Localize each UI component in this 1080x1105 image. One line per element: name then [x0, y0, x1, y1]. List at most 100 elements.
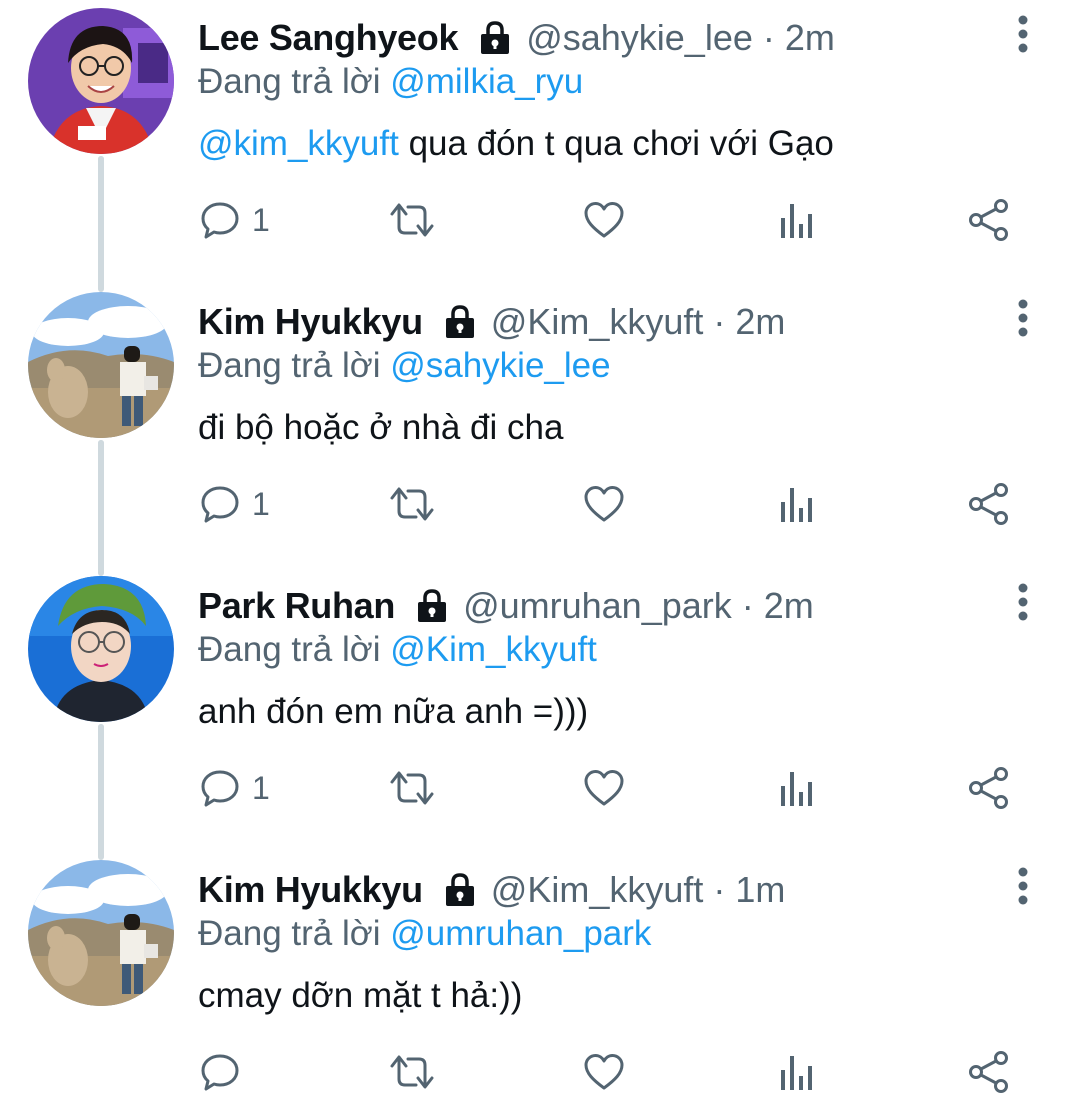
replying-to-mention[interactable]: @milkia_ryu [390, 62, 583, 101]
tweet-text: @kim_kkyuft qua đón t qua chơi với Gạo [198, 124, 834, 164]
reply-bubble-icon [201, 486, 239, 523]
separator-dot: · [741, 585, 754, 626]
user-handle[interactable]: @Kim_kkyuft [491, 869, 704, 911]
action-bar [0, 1042, 1080, 1102]
reply-button[interactable]: 1 [200, 474, 270, 534]
share-button[interactable] [968, 1042, 1010, 1102]
share-icon [969, 483, 1008, 525]
reply-count: 1 [252, 201, 270, 238]
replying-to-mention[interactable]: @Kim_kkyuft [390, 630, 597, 669]
replying-to-label: Đang trả lời [198, 62, 381, 101]
retweet-icon [390, 203, 434, 237]
tweet[interactable]: Lee Sanghyeok @sahykie_lee · 2m Đang trả… [0, 0, 1080, 284]
analytics-icon [781, 772, 812, 806]
separator-dot: · [762, 17, 775, 58]
action-bar: 1 [0, 474, 1080, 534]
avatar[interactable] [28, 292, 174, 438]
avatar[interactable] [28, 576, 174, 722]
like-button[interactable] [583, 190, 625, 250]
timestamp[interactable]: 1m [735, 869, 785, 911]
thread-connector-line [98, 156, 104, 292]
more-vertical-icon[interactable] [1008, 14, 1038, 54]
analytics-icon [781, 1056, 812, 1090]
views-button[interactable] [779, 758, 815, 818]
heart-icon [584, 770, 624, 806]
share-button[interactable] [968, 474, 1010, 534]
reply-count: 1 [252, 485, 270, 522]
user-handle[interactable]: @Kim_kkyuft [491, 301, 704, 343]
tweet[interactable]: Park Ruhan @umruhan_park · 2m Đang trả l… [0, 440, 1080, 852]
timestamp[interactable]: 2m [764, 585, 814, 627]
reply-button[interactable] [200, 1042, 252, 1102]
like-button[interactable] [583, 1042, 625, 1102]
display-name[interactable]: Kim Hyukkyu [198, 869, 423, 911]
views-button[interactable] [779, 1042, 815, 1102]
separator-dot: · [713, 301, 726, 342]
replying-to-mention[interactable]: @sahykie_lee [390, 346, 610, 385]
tweet-header: Park Ruhan @umruhan_park · 2m [198, 582, 814, 630]
retweet-icon [390, 771, 434, 805]
thread-connector-line [98, 724, 104, 860]
share-button[interactable] [968, 190, 1010, 250]
lock-icon [478, 20, 512, 56]
share-icon [969, 767, 1008, 809]
replying-to-mention[interactable]: @umruhan_park [390, 914, 651, 953]
user-handle[interactable]: @sahykie_lee [526, 17, 753, 59]
retweet-button[interactable] [386, 190, 438, 250]
share-icon [969, 1051, 1008, 1093]
replying-to-label: Đang trả lời [198, 346, 381, 385]
heart-icon [584, 486, 624, 522]
tweet-text: đi bộ hoặc ở nhà đi cha [198, 408, 563, 448]
tweet[interactable]: Kim Hyukkyu @Kim_kkyuft · 2m Đang trả lờ… [0, 156, 1080, 568]
timestamp[interactable]: 2m [785, 17, 835, 59]
reply-bubble-icon [201, 770, 239, 807]
replying-to-label: Đang trả lời [198, 914, 381, 953]
timestamp[interactable]: 2m [735, 301, 785, 343]
retweet-icon [390, 1055, 434, 1089]
replying-to-line: Đang trả lời @umruhan_park [198, 914, 651, 954]
more-vertical-icon[interactable] [1008, 866, 1038, 906]
tweet-body: đi bộ hoặc ở nhà đi cha [198, 408, 564, 447]
retweet-button[interactable] [386, 1042, 438, 1102]
like-button[interactable] [583, 474, 625, 534]
reply-bubble-icon [201, 1054, 239, 1091]
retweet-button[interactable] [386, 474, 438, 534]
display-name[interactable]: Park Ruhan [198, 585, 395, 627]
reply-thread: Lee Sanghyeok @sahykie_lee · 2m Đang trả… [0, 0, 1080, 1105]
user-handle[interactable]: @umruhan_park [463, 585, 732, 627]
lock-icon [443, 304, 477, 340]
avatar[interactable] [28, 860, 174, 1006]
more-vertical-icon[interactable] [1008, 298, 1038, 338]
views-button[interactable] [779, 190, 815, 250]
share-button[interactable] [968, 758, 1010, 818]
retweet-icon [390, 487, 434, 521]
reply-button[interactable]: 1 [200, 758, 270, 818]
analytics-icon [781, 488, 812, 522]
lock-icon [415, 588, 449, 624]
more-vertical-icon[interactable] [1008, 582, 1038, 622]
tweet-body: cmay dỡn mặt t hả:)) [198, 976, 523, 1015]
reply-count: 1 [252, 769, 270, 806]
tweet[interactable]: Kim Hyukkyu @Kim_kkyuft · 1m Đang trả lờ… [0, 724, 1080, 1105]
thread-connector-line [98, 440, 104, 576]
reply-button[interactable]: 1 [200, 190, 270, 250]
share-icon [969, 199, 1008, 241]
action-bar: 1 [0, 758, 1080, 818]
replying-to-label: Đang trả lời [198, 630, 381, 669]
separator-dot: · [713, 869, 726, 910]
avatar[interactable] [28, 8, 174, 154]
heart-icon [584, 202, 624, 238]
like-button[interactable] [583, 758, 625, 818]
tweet-mention[interactable]: @kim_kkyuft [198, 124, 399, 163]
views-button[interactable] [779, 474, 815, 534]
display-name[interactable]: Lee Sanghyeok [198, 17, 459, 59]
action-bar: 1 [0, 190, 1080, 250]
replying-to-line: Đang trả lời @milkia_ryu [198, 62, 583, 102]
heart-icon [584, 1054, 624, 1090]
retweet-button[interactable] [386, 758, 438, 818]
tweet-body: anh đón em nữa anh =))) [198, 692, 589, 731]
display-name[interactable]: Kim Hyukkyu [198, 301, 423, 343]
analytics-icon [781, 204, 812, 238]
tweet-header: Kim Hyukkyu @Kim_kkyuft · 1m [198, 866, 785, 914]
reply-bubble-icon [201, 202, 239, 239]
